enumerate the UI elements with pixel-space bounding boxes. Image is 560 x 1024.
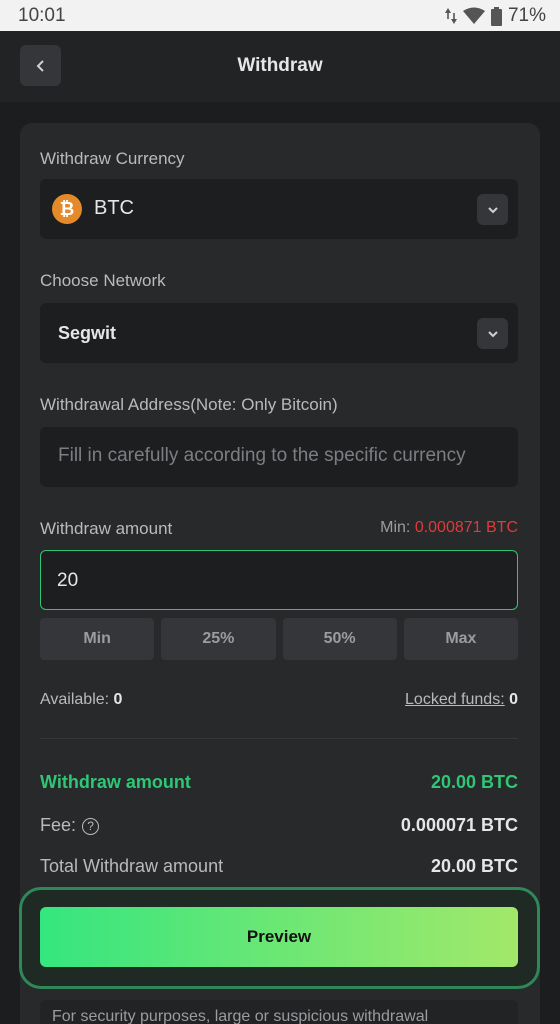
divider [40, 738, 518, 739]
total-value: 20.00 BTC [430, 856, 518, 876]
network-value: Segwit [58, 323, 117, 343]
50-percent-button[interactable]: 50% [282, 618, 397, 660]
battery-icon [490, 6, 502, 26]
locked-value: 0 [509, 691, 518, 708]
locked-funds: Locked funds: 0 [405, 691, 518, 709]
chevron-down-icon [487, 330, 498, 337]
available-value: 0 [113, 691, 123, 708]
network-label: Choose Network [40, 271, 166, 290]
quick-amount-row: Min 25% 50% Max [40, 618, 518, 660]
status-time: 10:01 [18, 5, 66, 26]
network-select[interactable]: Segwit [40, 303, 518, 363]
battery-percent: 71% [507, 5, 546, 26]
currency-select[interactable]: ₿ BTC [40, 179, 518, 239]
page-title: Withdraw [237, 55, 323, 76]
locked-funds-link[interactable]: Locked funds: [405, 691, 505, 708]
min-button[interactable]: Min [40, 618, 155, 660]
currency-dropdown-button[interactable] [477, 194, 508, 225]
total-label: Total Withdraw amount [40, 856, 224, 876]
address-input[interactable]: Fill in carefully according to the speci… [40, 427, 518, 487]
currency-value: BTC [94, 197, 134, 219]
preview-button[interactable]: Preview [40, 907, 518, 967]
min-label: Min: [380, 519, 411, 536]
data-arrows-icon [444, 7, 457, 25]
amount-value: 20 [57, 570, 79, 591]
amount-input[interactable]: 20 [40, 550, 518, 610]
fee-label: Fee: [40, 815, 77, 835]
min-value: 0.000871 BTC [414, 519, 518, 536]
available-label: Available: [40, 691, 110, 708]
address-label: Withdrawal Address(Note: Only Bitcoin) [40, 395, 338, 414]
network-dropdown-button[interactable] [477, 318, 508, 349]
summary-withdraw-label: Withdraw amount [40, 772, 191, 792]
security-notice: For security purposes, large or suspicio… [40, 1000, 518, 1024]
min-note: Min: 0.000871 BTC [380, 519, 518, 537]
header-bar: Withdraw [0, 31, 560, 102]
max-button[interactable]: Max [403, 618, 518, 660]
fee-value: 0.000071 BTC [400, 815, 518, 835]
help-icon[interactable]: ? [82, 817, 100, 835]
summary-withdraw-value: 20.00 BTC [430, 772, 518, 792]
chevron-down-icon [487, 206, 498, 213]
address-placeholder: Fill in carefully according to the speci… [58, 445, 466, 466]
bitcoin-icon: ₿ [52, 194, 82, 224]
currency-label: Withdraw Currency [40, 149, 185, 168]
fee-row-label: Fee:? [40, 815, 100, 836]
amount-label: Withdraw amount [40, 519, 173, 538]
status-right: 71% [444, 5, 546, 27]
available-balance: Available: 0 [40, 691, 122, 709]
status-bar: 10:01 71% [0, 0, 560, 31]
wifi-icon [462, 7, 485, 25]
25-percent-button[interactable]: 25% [161, 618, 276, 660]
